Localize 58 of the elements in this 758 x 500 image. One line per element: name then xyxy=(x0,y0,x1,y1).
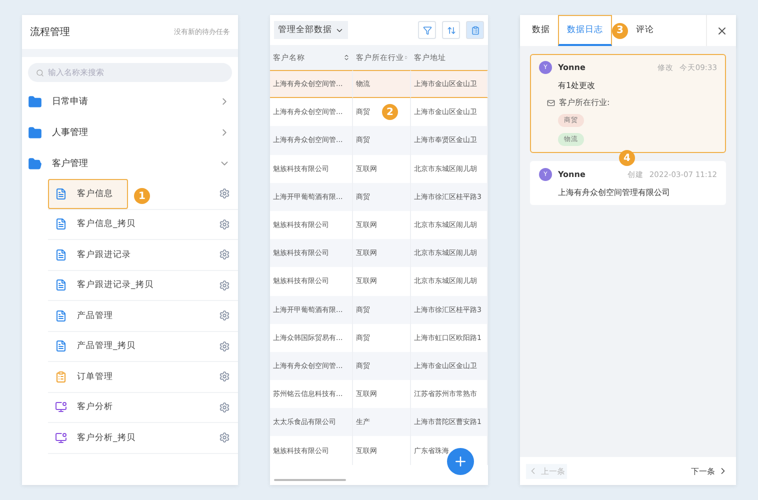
user-name: Yonne xyxy=(558,63,586,72)
step-badge: 4 xyxy=(619,150,635,166)
clipboard-icon xyxy=(55,370,67,383)
settings-icon[interactable] xyxy=(219,432,230,444)
folder-item[interactable]: 日常申请 xyxy=(22,86,238,117)
settings-icon[interactable] xyxy=(219,280,230,291)
settings-icon[interactable] xyxy=(219,218,230,230)
document-icon xyxy=(55,218,67,230)
clipboard-icon xyxy=(470,26,480,34)
tab[interactable]: 数据 xyxy=(524,15,558,46)
document-icon xyxy=(55,340,67,352)
next-button[interactable]: 下一条 xyxy=(689,464,730,478)
settings-icon[interactable] xyxy=(219,310,230,322)
step-badge: 1 xyxy=(134,188,150,204)
user-name: Yonne xyxy=(558,170,586,179)
scope-dropdown[interactable]: 管理全部数据 xyxy=(274,21,348,39)
settings-icon[interactable] xyxy=(219,249,230,260)
document-icon xyxy=(55,279,67,292)
panel-title: 流程管理 xyxy=(30,26,70,39)
folder-icon xyxy=(28,126,42,140)
plus-icon xyxy=(453,454,468,469)
folder-icon xyxy=(28,156,42,170)
document-icon xyxy=(55,310,67,322)
log-summary: 上海有舟众创空间管理有限公司 xyxy=(558,187,671,198)
form-item[interactable]: 客户分析_拷贝 xyxy=(48,422,142,453)
form-item[interactable]: 客户跟进记录 xyxy=(48,240,138,270)
document-icon xyxy=(55,188,67,200)
form-item[interactable]: 产品管理_拷贝 xyxy=(48,331,142,362)
form-item[interactable]: 订单管理 xyxy=(48,362,120,392)
add-button[interactable] xyxy=(447,448,474,475)
log-summary: 有1处更改 xyxy=(558,80,596,91)
form-item[interactable]: 客户信息_拷贝 xyxy=(48,209,142,240)
filter-icon xyxy=(422,26,432,34)
card-view-button[interactable] xyxy=(466,21,484,39)
sort-button[interactable] xyxy=(442,21,460,39)
tab[interactable]: 评论 xyxy=(628,15,662,46)
settings-icon[interactable] xyxy=(219,340,230,352)
folder-icon xyxy=(28,94,42,108)
filter-button[interactable] xyxy=(418,21,436,39)
chart-monitor-icon xyxy=(55,401,67,414)
scrollbar[interactable] xyxy=(274,479,346,481)
close-icon xyxy=(716,24,728,36)
form-item[interactable]: 客户信息 xyxy=(48,178,128,209)
folder-item[interactable]: 人事管理 xyxy=(22,117,238,148)
chart-monitor-icon xyxy=(55,432,67,444)
document-icon xyxy=(55,248,67,261)
folder-item[interactable]: 客户管理 xyxy=(22,148,238,179)
form-item[interactable]: 客户跟进记录_拷贝 xyxy=(48,270,160,300)
search-field[interactable]: 输入名称来搜索 xyxy=(28,63,232,82)
field-icon xyxy=(547,98,555,106)
settings-icon[interactable] xyxy=(219,402,230,413)
form-item[interactable]: 客户分析 xyxy=(48,392,120,422)
settings-icon[interactable] xyxy=(219,188,230,200)
form-item[interactable]: 产品管理 xyxy=(48,300,120,331)
field-label: 客户所在行业: xyxy=(559,97,610,108)
settings-icon[interactable] xyxy=(219,371,230,382)
step-badge: 3 xyxy=(612,22,628,38)
step-badge: 2 xyxy=(382,104,398,120)
